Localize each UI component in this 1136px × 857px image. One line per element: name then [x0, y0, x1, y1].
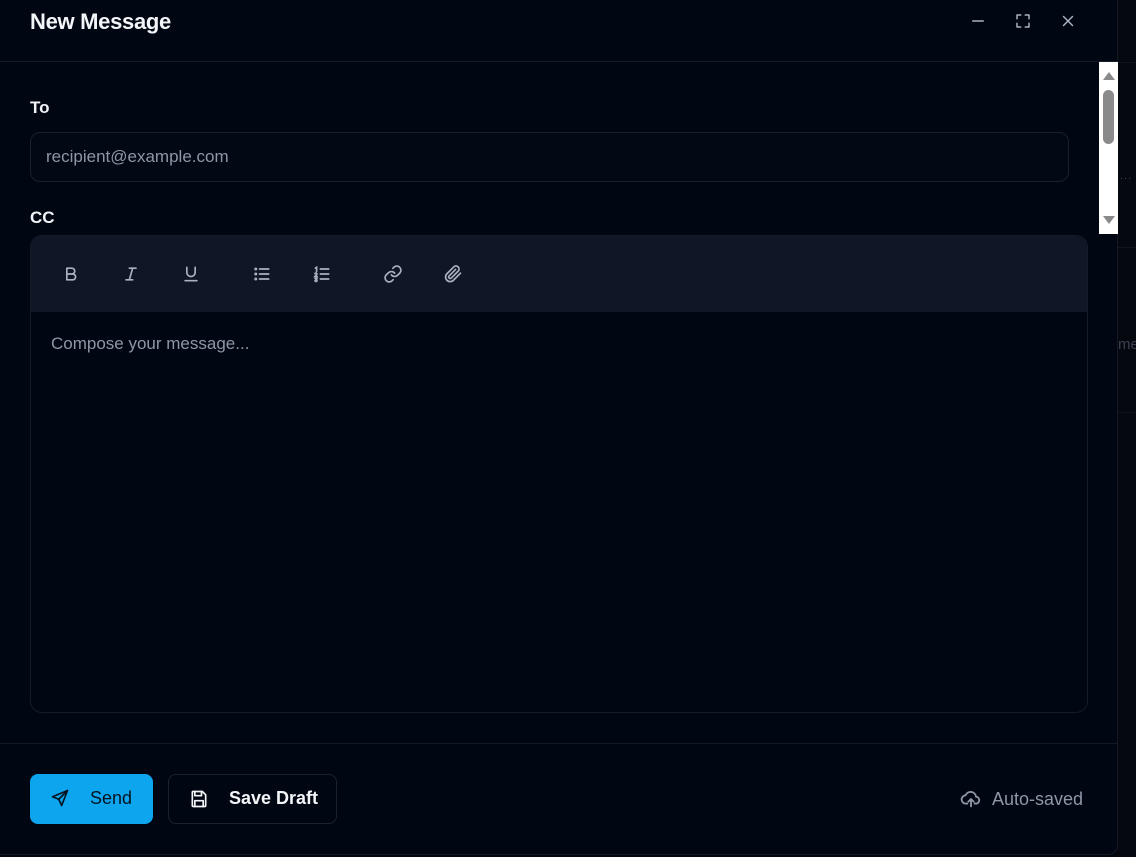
attach-button[interactable] — [439, 260, 467, 288]
bold-icon — [66, 267, 77, 281]
link-button[interactable] — [379, 260, 407, 288]
save-icon — [191, 790, 207, 808]
attachment-icon — [444, 265, 462, 283]
underline-button[interactable] — [177, 260, 205, 288]
message-editor — [30, 235, 1088, 713]
dialog-title: New Message — [30, 9, 171, 34]
send-icon — [51, 789, 69, 807]
close-button[interactable] — [1055, 8, 1081, 34]
send-button[interactable]: Send — [30, 774, 153, 824]
cc-label: CC — [30, 208, 55, 227]
background-page — [1118, 0, 1136, 857]
background-dots: ... — [1120, 170, 1133, 182]
maximize-icon — [1016, 14, 1030, 28]
to-label: To — [30, 98, 50, 117]
form-scrollbar[interactable] — [1099, 62, 1118, 234]
bullet-list-icon — [254, 267, 270, 281]
underline-icon — [184, 266, 198, 282]
minimize-button[interactable] — [965, 8, 991, 34]
numbered-list-icon — [313, 265, 330, 283]
dialog-header: New Message — [0, 0, 1118, 62]
to-input[interactable] — [30, 132, 1069, 182]
close-icon — [1062, 15, 1074, 27]
minimize-icon — [972, 20, 984, 22]
autosave-status: Auto-saved — [960, 788, 1090, 812]
scroll-thumb[interactable] — [1103, 90, 1114, 144]
cloud-upload-icon — [960, 791, 981, 808]
maximize-button[interactable] — [1010, 8, 1036, 34]
footer-divider — [0, 743, 1118, 744]
link-icon — [384, 265, 402, 283]
scroll-down-arrow[interactable] — [1103, 216, 1115, 224]
italic-icon — [125, 267, 137, 281]
background-divider — [1118, 247, 1136, 248]
save-draft-button[interactable]: Save Draft — [168, 774, 337, 824]
numbered-list-button[interactable] — [308, 260, 336, 288]
autosave-label: Auto-saved — [992, 789, 1084, 809]
background-partial-text: me — [1118, 336, 1136, 353]
editor-toolbar — [31, 236, 1087, 312]
background-divider — [1118, 62, 1136, 63]
send-label: Send — [90, 788, 133, 808]
background-divider — [1118, 412, 1136, 413]
message-body-input[interactable] — [31, 312, 1087, 712]
scroll-up-arrow[interactable] — [1103, 72, 1115, 80]
save-draft-label: Save Draft — [229, 788, 319, 808]
compose-dialog: New Message To CC — [0, 0, 1118, 855]
bullet-list-button[interactable] — [248, 260, 276, 288]
bold-button[interactable] — [57, 260, 85, 288]
italic-button[interactable] — [117, 260, 145, 288]
